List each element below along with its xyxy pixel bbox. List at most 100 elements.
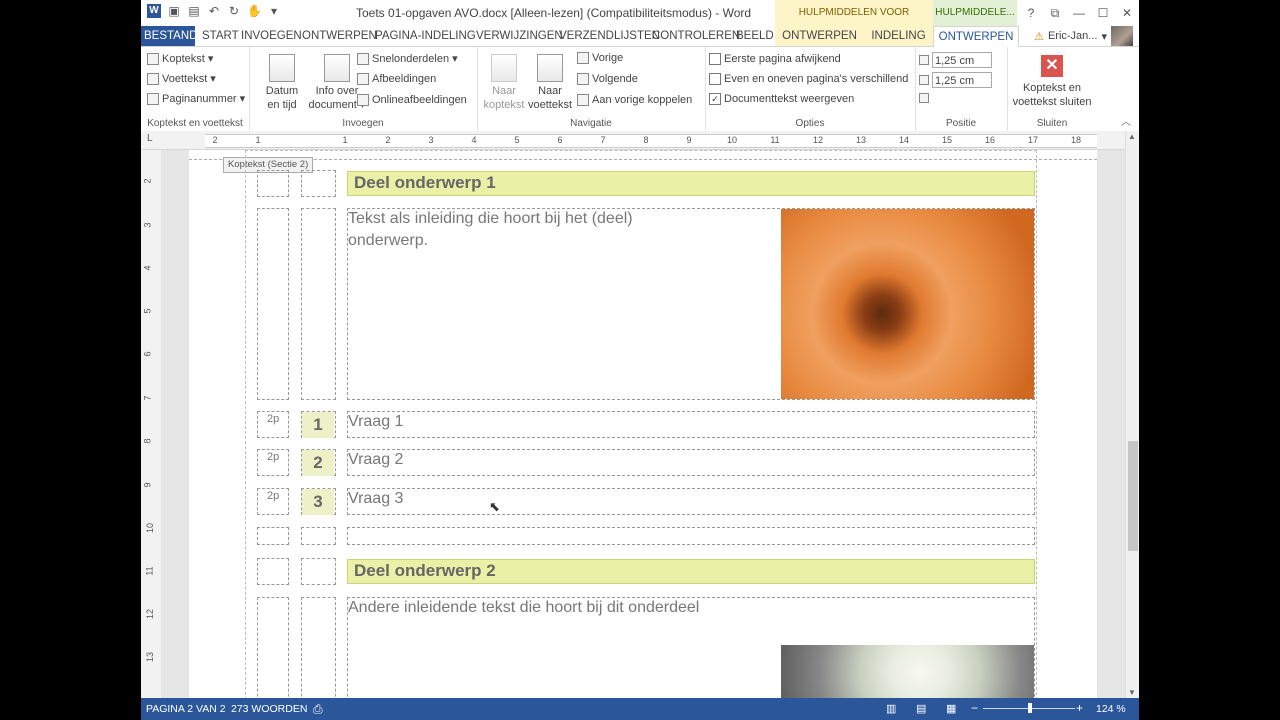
user-account[interactable]: ⚠ Eric-Jan... ▾ [1034, 26, 1133, 46]
points-label: 2p [267, 451, 280, 463]
tab-start[interactable]: START [199, 26, 242, 46]
word-count[interactable]: 273 WOORDEN [231, 703, 307, 715]
footer-button[interactable]: Voettekst ▾ [147, 72, 216, 85]
table-cell[interactable] [301, 208, 336, 400]
zoom-slider-thumb[interactable] [1028, 703, 1032, 713]
table-cell[interactable] [257, 558, 289, 585]
maximize-icon[interactable]: ☐ [1091, 0, 1115, 26]
footer-position-input[interactable]: 1,25 cm [932, 72, 992, 88]
scroll-up-icon[interactable]: ▲ [1128, 132, 1136, 141]
help-icon[interactable]: ? [1019, 0, 1043, 26]
header-position-input[interactable]: 1,25 cm [932, 52, 992, 68]
odd-even-checkbox[interactable]: Even en oneven pagina's verschillend [709, 73, 908, 85]
tab-header-design[interactable]: ONTWERPEN [933, 26, 1019, 48]
question-cell[interactable] [347, 449, 1035, 476]
goto-footer-button[interactable]: Naar voettekst [527, 54, 573, 112]
table-cell[interactable] [301, 170, 336, 197]
save-as-icon[interactable]: ▤ [187, 4, 201, 18]
first-page-checkbox[interactable]: Eerste pagina afwijkend [709, 53, 841, 65]
group-close: ✕ Koptekst en voettekst sluiten Sluiten [1007, 47, 1097, 131]
header-button[interactable]: Koptekst ▾ [147, 52, 213, 65]
read-mode-icon[interactable]: ▥ [886, 702, 896, 715]
show-doc-text-checkbox[interactable]: ✓ Documenttekst weergeven [709, 93, 854, 105]
web-layout-icon[interactable]: ▦ [946, 702, 956, 715]
tab-table-layout[interactable]: INDELING [858, 26, 939, 46]
scrollbar-thumb[interactable] [1128, 441, 1138, 551]
table-cell[interactable] [347, 527, 1035, 545]
ruler-tick-label: 16 [984, 135, 995, 145]
page-count[interactable]: PAGINA 2 VAN 2 [146, 703, 226, 715]
online-pictures-button[interactable]: Onlineafbeeldingen [357, 94, 467, 106]
table-cell[interactable] [257, 597, 289, 698]
header-position-field[interactable]: 1,25 cm [919, 52, 992, 68]
previous-button[interactable]: Vorige [577, 52, 623, 64]
touch-mode-icon[interactable]: ✋ [247, 4, 262, 18]
zoom-level[interactable]: 124 % [1096, 703, 1126, 715]
undo-icon[interactable]: ↶ [207, 4, 221, 18]
goto-footer-label-1: Naar [538, 85, 562, 97]
vertical-scrollbar[interactable]: ▲ ▼ [1125, 131, 1139, 698]
minimize-icon[interactable]: — [1067, 0, 1091, 26]
tab-mailings[interactable]: VERZENDLIJSTEN [556, 26, 663, 46]
table-cell[interactable] [301, 527, 336, 545]
redo-icon[interactable]: ↻ [227, 4, 241, 18]
tab-design[interactable]: ONTWERPEN [299, 26, 380, 46]
tab-review[interactable]: CONTROLEREN [649, 26, 743, 46]
quick-parts-button[interactable]: Snelonderdelen ▾ [357, 52, 458, 65]
goto-header-button[interactable]: Naar koptekst [481, 54, 527, 112]
close-x-icon: ✕ [1041, 55, 1063, 77]
table-cell[interactable] [257, 170, 289, 197]
orange-flower-image[interactable] [781, 209, 1034, 399]
document-area[interactable]: Koptekst (Sectie 2) Deel onderwerp 1 Tek… [161, 150, 1125, 698]
section-title-1: Deel onderwerp 1 [354, 173, 496, 192]
picture-icon [357, 73, 369, 85]
question-text: Vraag 3 [348, 490, 404, 507]
word-logo-icon[interactable]: W [147, 4, 161, 18]
page[interactable]: Koptekst (Sectie 2) Deel onderwerp 1 Tek… [189, 150, 1097, 698]
table-cell[interactable] [257, 527, 289, 545]
scroll-down-icon[interactable]: ▼ [1128, 688, 1136, 697]
print-layout-icon[interactable]: ▤ [916, 702, 926, 715]
close-header-footer-button[interactable]: ✕ Koptekst en voettekst sluiten [1007, 55, 1097, 109]
tab-file[interactable]: BESTAND [141, 26, 197, 46]
question-cell[interactable] [347, 411, 1035, 438]
zoom-out-icon[interactable]: − [971, 701, 978, 715]
vertical-ruler-tick-label: 10 [145, 522, 156, 534]
tab-references[interactable]: VERWIJZINGEN [473, 26, 566, 46]
vertical-ruler-tick-label: 12 [145, 608, 156, 620]
collapse-ribbon-icon[interactable]: ︿ [1121, 113, 1131, 128]
intro-text-2: Andere inleidende tekst die hoort bij di… [348, 599, 700, 616]
header-position-icon [919, 55, 929, 65]
header-icon [147, 52, 159, 65]
vertical-ruler[interactable]: 2 3 4 5 6 7 8 9 10 11 12 13 [141, 150, 162, 698]
link-to-previous-button[interactable]: Aan vorige koppelen [577, 94, 692, 106]
context-header-headerfooter: HULPMIDDELE... [933, 0, 1017, 26]
horizontal-ruler[interactable]: L 2 1 1 2 3 4 5 6 7 8 9 10 11 12 13 14 15 16 17 18 [141, 131, 1139, 150]
ruler-tick-label: 15 [941, 135, 952, 145]
pictures-button[interactable]: Afbeeldingen [357, 73, 436, 85]
customize-qat-icon[interactable]: ▾ [267, 4, 281, 18]
vertical-ruler-tick-label: 2 [142, 178, 153, 184]
alignment-tab-button[interactable] [919, 93, 929, 103]
tab-selector-icon[interactable]: L [147, 133, 153, 144]
ribbon: Koptekst ▾ Voettekst ▾ Paginanummer ▾ Ko… [141, 47, 1139, 132]
close-icon[interactable]: ✕ [1115, 0, 1139, 26]
footer-position-field[interactable]: 1,25 cm [919, 72, 992, 88]
page-number-button[interactable]: Paginanummer ▾ [147, 92, 245, 105]
tab-table-design[interactable]: ONTWERPEN [775, 26, 864, 46]
next-button[interactable]: Volgende [577, 73, 638, 85]
tab-page-layout[interactable]: PAGINA-INDELING [372, 26, 479, 46]
ribbon-display-icon[interactable]: ⧉ [1043, 0, 1067, 26]
date-time-button[interactable]: Datum en tijd [257, 54, 307, 112]
tab-insert[interactable]: INVOEGEN [238, 26, 305, 46]
white-flower-image[interactable] [781, 645, 1034, 698]
zoom-in-icon[interactable]: + [1076, 701, 1083, 715]
save-icon[interactable]: ▣ [167, 4, 181, 18]
tab-view[interactable]: BEELD [733, 26, 777, 46]
table-cell[interactable] [257, 208, 289, 400]
proofing-icon[interactable]: ⎙ [313, 702, 323, 717]
ruler-tick-label: 17 [1027, 135, 1038, 145]
question-cell[interactable] [347, 488, 1035, 515]
table-cell[interactable] [301, 558, 336, 585]
table-cell[interactable] [301, 597, 336, 698]
